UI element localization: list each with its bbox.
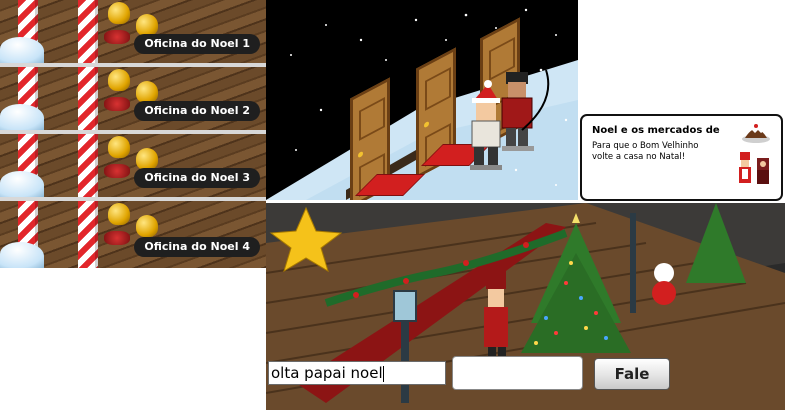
snow-pile — [0, 242, 44, 268]
send-button[interactable]: Fale — [594, 358, 670, 390]
candy-cane-pole — [78, 134, 98, 197]
room-thumbnail-4[interactable]: Oficina do Noel 4 — [0, 201, 266, 268]
bell-icon — [136, 14, 158, 36]
candy-cane-pole — [78, 67, 98, 130]
bow-icon — [104, 164, 130, 178]
room-label: Oficina do Noel 1 — [134, 34, 260, 54]
bow-icon — [104, 231, 130, 245]
room-thumbnail-2[interactable]: Oficina do Noel 2 — [0, 67, 266, 130]
bow-icon — [104, 30, 130, 44]
text-caret — [382, 365, 384, 382]
snow-pile — [0, 171, 44, 197]
candy-cane-pole — [78, 0, 98, 63]
bell-icon — [108, 69, 130, 91]
door-knob — [358, 150, 363, 159]
bell-icon — [108, 136, 130, 158]
door-knob — [424, 120, 429, 129]
bell-icon — [108, 2, 130, 24]
notification-body: Para que o Bom Velhinho volte a casa no … — [592, 141, 699, 162]
notification-title: Noel e os mercados de — [592, 125, 720, 136]
room-thumbnail-1[interactable]: Oficina do Noel 1 — [0, 0, 266, 63]
room-label: Oficina do Noel 4 — [134, 237, 260, 257]
bow-icon — [104, 97, 130, 111]
event-notification[interactable]: Noel e os mercados de Para que o Bom Vel… — [580, 114, 783, 201]
chat-input[interactable]: olta papai noel — [268, 361, 446, 385]
doors-room-view[interactable] — [266, 0, 578, 200]
bell-icon — [136, 148, 158, 170]
room-thumbnail-3[interactable]: Oficina do Noel 3 — [0, 134, 266, 197]
room-label: Oficina do Noel 3 — [134, 168, 260, 188]
room-label: Oficina do Noel 2 — [134, 101, 260, 121]
snow-pile — [0, 104, 44, 130]
selection-arc — [521, 69, 550, 131]
bell-icon — [136, 215, 158, 237]
door-panel — [359, 97, 385, 141]
santa-figures-icon — [739, 152, 769, 184]
christmas-pudding-icon — [742, 124, 770, 143]
bell-icon — [136, 81, 158, 103]
chat-style-box[interactable] — [452, 356, 583, 390]
chat-input-text: olta papai noel — [271, 364, 383, 382]
snow-pile — [0, 37, 44, 63]
bell-icon — [108, 203, 130, 225]
candy-cane-pole — [78, 201, 98, 268]
door-panel — [425, 67, 451, 111]
